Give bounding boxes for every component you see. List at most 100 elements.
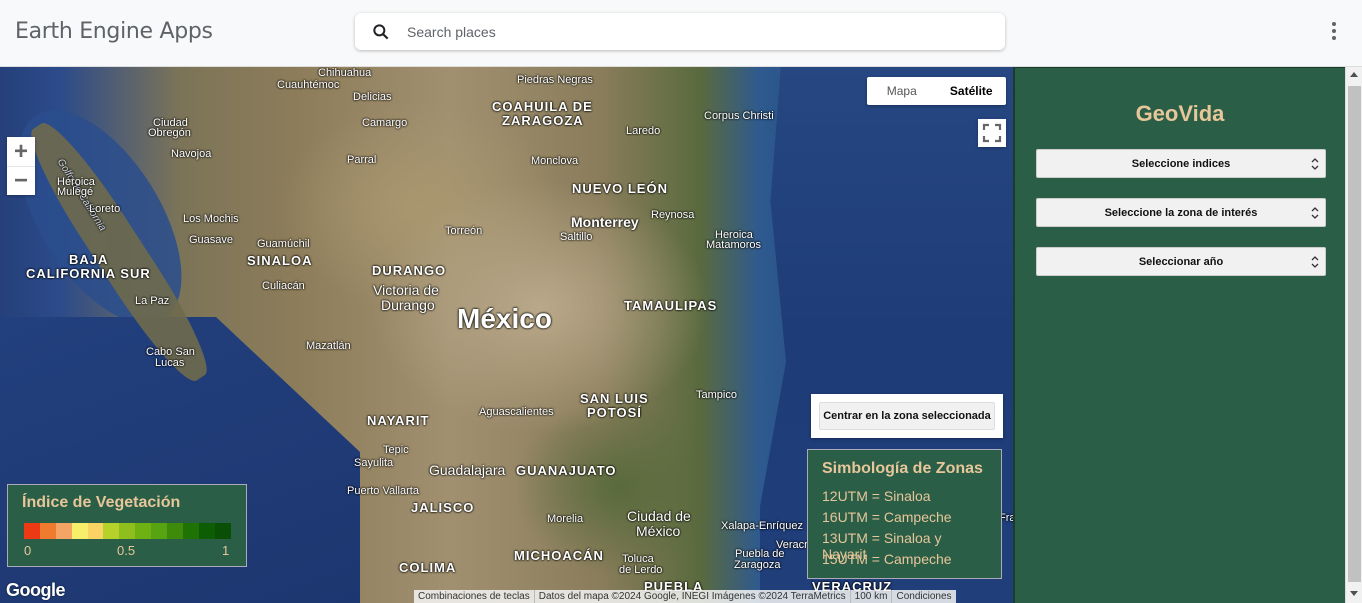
map-label: COAHUILA DE xyxy=(492,99,593,114)
map-label: Matamoros xyxy=(706,239,762,251)
map-label: Guadalajara xyxy=(429,462,506,478)
map-label: Piedras Negras xyxy=(517,74,593,86)
select-arrows-icon xyxy=(1311,207,1319,219)
map-label: SINALOA xyxy=(247,253,313,268)
map-label: NUEVO LEÓN xyxy=(572,181,668,196)
map-label: Aguascalientes xyxy=(479,406,554,418)
map-label: México xyxy=(636,523,681,539)
map-label: Los Mochis xyxy=(183,213,239,225)
select-arrows-icon xyxy=(1311,256,1319,268)
app-title: Earth Engine Apps xyxy=(15,19,213,44)
map-label: ZARAGOZA xyxy=(502,113,584,128)
map-label: Victoria de xyxy=(373,282,439,298)
map-label: Corpus Christi xyxy=(704,110,774,122)
map-type-satelite[interactable]: Satélite xyxy=(937,77,1007,105)
map-label: SAN LUIS xyxy=(580,391,649,406)
color-swatch xyxy=(71,523,88,539)
color-swatch xyxy=(24,523,40,539)
map-label: CALIFORNIA SUR xyxy=(26,266,151,281)
map-label: Laredo xyxy=(626,125,661,137)
map-label: Culiacán xyxy=(262,280,305,292)
zones-legend-title: Simbología de Zonas xyxy=(822,460,983,477)
search-bar[interactable] xyxy=(355,13,1005,50)
scroll-thumb[interactable] xyxy=(1348,86,1361,582)
color-swatch xyxy=(103,523,120,539)
keyboard-shortcuts-link[interactable]: Combinaciones de teclas xyxy=(414,590,535,603)
tick-label: 0.5 xyxy=(117,543,136,558)
map-label: Puerto Vallarta xyxy=(347,485,419,497)
map-label: Sayulita xyxy=(354,457,394,469)
map-label: Tepic xyxy=(383,444,409,456)
color-swatch xyxy=(182,523,199,539)
google-logo: Google xyxy=(6,580,66,600)
vegetation-legend: Índice de Vegetación 0 0.5 1 xyxy=(7,484,247,567)
map-data-credit: Datos del mapa ©2024 Google, INEGI Imáge… xyxy=(535,590,851,603)
scale-bar[interactable]: 100 km xyxy=(851,590,893,603)
map-label: La Paz xyxy=(135,295,170,307)
map-label: México xyxy=(457,303,552,334)
scroll-up-icon[interactable] xyxy=(1350,72,1358,77)
map-label: Obregón xyxy=(148,127,191,139)
map-attribution: Combinaciones de teclas Datos del mapa ©… xyxy=(414,590,956,603)
scroll-down-icon[interactable] xyxy=(1350,591,1358,596)
zoom-out-icon[interactable]: − xyxy=(7,166,35,195)
color-swatch xyxy=(214,523,231,539)
vegetation-color-bar xyxy=(24,523,231,539)
map-label: Monterrey xyxy=(571,214,639,230)
map-label: Morelia xyxy=(547,513,584,525)
map-label: TAMAULIPAS xyxy=(624,298,718,313)
select-label: Seleccione la zona de interés xyxy=(1104,206,1258,219)
map-label: Saltillo xyxy=(560,231,593,243)
vegetation-legend-title: Índice de Vegetación xyxy=(22,494,181,511)
terms-link[interactable]: Condiciones xyxy=(892,590,955,603)
map-label: Tampico xyxy=(696,389,737,401)
map-label: GUANAJUATO xyxy=(516,463,617,478)
map-label: Camargo xyxy=(362,117,408,129)
search-input[interactable] xyxy=(407,13,987,50)
map-label: Mulegé xyxy=(57,186,94,198)
panel-scrollbar[interactable] xyxy=(1345,67,1362,603)
map-label: de Lerdo xyxy=(619,564,663,576)
select-indices[interactable]: Seleccione indices xyxy=(1036,149,1326,178)
color-swatch xyxy=(39,523,56,539)
panel-title: GeoVida xyxy=(1135,101,1225,126)
map-label: Navojoa xyxy=(171,148,212,160)
map-label: Veracr xyxy=(776,539,808,551)
select-arrows-icon xyxy=(1311,158,1319,170)
map-label: DURANGO xyxy=(372,263,447,278)
fullscreen-icon[interactable] xyxy=(978,119,1006,147)
map-label: Ciudad de xyxy=(627,508,691,524)
map-label: Chihuahua xyxy=(318,67,372,79)
map-label: Torreón xyxy=(445,225,483,237)
map-type-mapa[interactable]: Mapa xyxy=(867,77,937,105)
map-label: POTOSÍ xyxy=(587,405,642,420)
map-label: Mazatlán xyxy=(306,340,351,352)
zones-legend-row: 12UTM = Sinaloa xyxy=(822,488,931,504)
zoom-control[interactable]: + − xyxy=(7,137,35,195)
map-label: Guasave xyxy=(189,234,234,246)
map-type-toggle[interactable]: Mapa Satélite xyxy=(867,77,1006,105)
map-label: Zaragoza xyxy=(734,559,781,571)
map-label: Cuauhtémoc xyxy=(277,79,340,91)
zones-legend: Simbología de Zonas 12UTM = Sinaloa 16UT… xyxy=(807,449,1002,579)
map-label: Xalapa-Enríquez xyxy=(721,520,803,532)
map-label: Loreto xyxy=(89,203,121,215)
color-swatch xyxy=(87,523,104,539)
map-label: COLIMA xyxy=(399,560,457,575)
map-label: Delicias xyxy=(353,91,392,103)
select-label: Seleccione indices xyxy=(1131,157,1231,170)
map-label: Monclova xyxy=(531,155,579,167)
more-options-icon[interactable] xyxy=(1322,20,1346,46)
select-zone[interactable]: Seleccione la zona de interés xyxy=(1036,198,1326,227)
zones-legend-row: 13UTM = Sinaloa y Nayarit xyxy=(822,530,942,562)
search-icon[interactable] xyxy=(371,22,391,42)
color-swatch xyxy=(135,523,152,539)
tick-label: 0 xyxy=(24,543,32,558)
zoom-in-icon[interactable]: + xyxy=(7,137,35,166)
fullscreen-button[interactable] xyxy=(978,119,1006,147)
map-label: MICHOACÁN xyxy=(514,548,604,563)
center-zone-button[interactable]: Centrar en la zona seleccionada xyxy=(819,402,995,430)
color-swatch xyxy=(151,523,168,539)
map-canvas[interactable]: Chihuahua Cuauhtémoc Delicias Piedras Ne… xyxy=(0,67,1013,603)
select-year[interactable]: Seleccionar año xyxy=(1036,247,1326,276)
